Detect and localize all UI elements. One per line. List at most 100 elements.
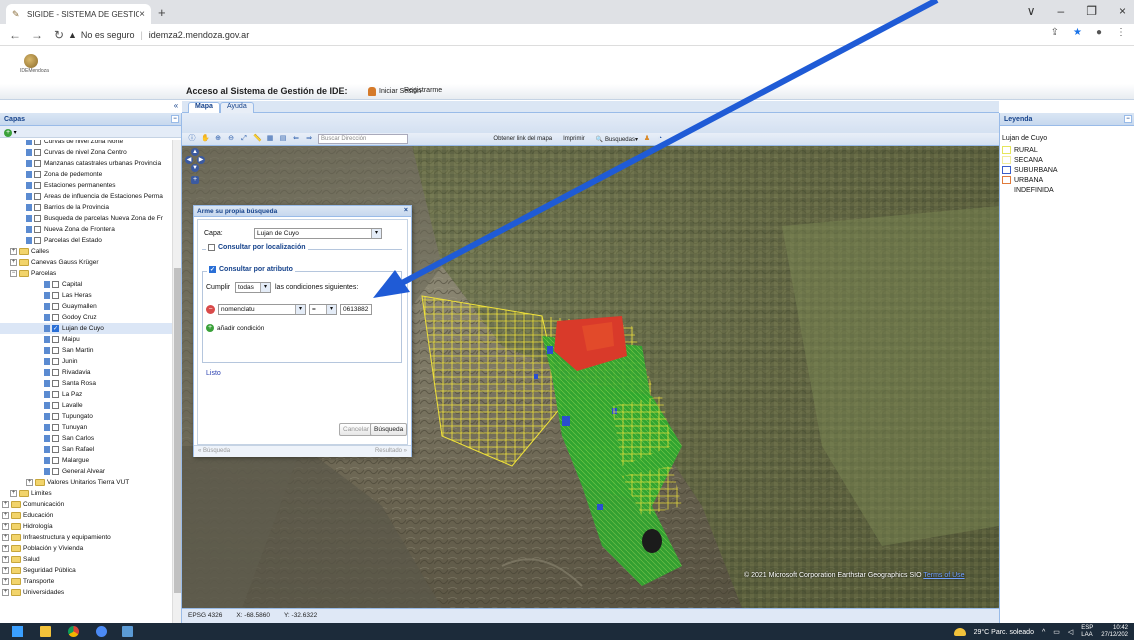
layer-checkbox[interactable] (52, 281, 59, 288)
document-icon[interactable] (122, 626, 133, 637)
address-search-input[interactable]: Buscar Dirección (318, 134, 408, 144)
layer-checkbox[interactable] (52, 292, 59, 299)
tab-mapa[interactable]: Mapa (188, 102, 220, 113)
tree-folder[interactable]: + Educación (0, 510, 172, 521)
layer-tree-scrollbar[interactable] (172, 140, 181, 623)
layer-checkbox[interactable] (52, 413, 59, 420)
attribute-legend[interactable]: ✓ Consultar por atributo (207, 266, 295, 273)
tree-layer[interactable]: San Rafael (0, 444, 172, 455)
tree-folder[interactable]: + Población y Vivienda (0, 543, 172, 554)
tree-layer[interactable]: La Paz (0, 389, 172, 400)
layer-checkbox[interactable] (52, 303, 59, 310)
table-icon[interactable]: ▤ (279, 135, 287, 143)
layer-checkbox[interactable] (34, 160, 41, 167)
file-explorer-icon[interactable] (40, 626, 51, 637)
tree-layer[interactable]: Zona de pedemonte (0, 169, 172, 180)
weather-text[interactable]: 29°C Parc. soleado (974, 629, 1034, 636)
tree-folder[interactable]: + Comunicación (0, 499, 172, 510)
pan-icon[interactable]: ✋ (201, 135, 210, 143)
searches-menu-button[interactable]: 🔍 Busquedas▾ (596, 136, 638, 143)
language-indicator[interactable]: ESP LAA (1081, 625, 1093, 639)
minimize-button[interactable]: – (1058, 4, 1065, 18)
match-mode-select[interactable]: todas ▾ (235, 282, 271, 293)
clock[interactable]: 10:42 27/12/202 (1101, 625, 1128, 639)
tree-layer[interactable]: Guaymallen (0, 301, 172, 312)
layer-checkbox[interactable] (34, 193, 41, 200)
chrome-icon[interactable] (68, 626, 79, 637)
condition-value-input[interactable]: 0613882 (340, 304, 372, 315)
dialog-close-icon[interactable]: × (404, 207, 408, 214)
expand-icon[interactable]: + (2, 501, 9, 508)
layer-checkbox[interactable]: ✓ (52, 325, 59, 332)
layer-checkbox[interactable] (34, 149, 41, 156)
expand-icon[interactable]: + (2, 545, 9, 552)
expand-icon[interactable]: + (10, 490, 17, 497)
tree-folder[interactable]: + Hidrología (0, 521, 172, 532)
tree-folder[interactable]: + Limites (0, 488, 172, 499)
share-icon[interactable]: ⇪ (1051, 27, 1059, 38)
select-icon[interactable]: ▦ (266, 135, 274, 143)
collapse-icon[interactable]: − (10, 270, 17, 277)
collapse-left-button[interactable]: « (170, 101, 182, 112)
street-view-icon[interactable]: ♟ (643, 135, 651, 143)
terms-link[interactable]: Terms of Use (923, 572, 964, 579)
network-icon[interactable]: ▭ (1053, 628, 1060, 636)
tree-layer[interactable]: Areas de influencia de Estaciones Perma (0, 191, 172, 202)
back-icon[interactable]: ← (8, 28, 22, 42)
attribute-checkbox[interactable]: ✓ (209, 266, 216, 273)
layer-checkbox[interactable] (52, 347, 59, 354)
expand-icon[interactable]: + (2, 589, 9, 596)
layer-select[interactable]: Lujan de Cuyo ▾ (254, 228, 382, 239)
layer-checkbox[interactable] (52, 369, 59, 376)
chevron-down-icon[interactable]: ▾ (12, 130, 17, 136)
tab-close-icon[interactable]: × (139, 9, 145, 20)
tree-folder[interactable]: + Calles (0, 246, 172, 257)
expand-icon[interactable]: + (2, 534, 9, 541)
pan-right-icon[interactable]: ▶ (197, 156, 205, 164)
volume-icon[interactable]: ◁ (1068, 628, 1073, 636)
tree-layer[interactable]: San Martin (0, 345, 172, 356)
tree-layer[interactable]: Santa Rosa (0, 378, 172, 389)
search-button[interactable]: Búsqueda (370, 423, 408, 436)
register-link[interactable]: Registrarme (404, 87, 442, 94)
tree-layer[interactable]: Maipu (0, 334, 172, 345)
pan-left-icon[interactable]: ◀ (185, 156, 193, 164)
tab-ayuda[interactable]: Ayuda (220, 102, 254, 113)
tree-layer[interactable]: Junin (0, 356, 172, 367)
tree-folder[interactable]: − Parcelas (0, 268, 172, 279)
layer-checkbox[interactable] (52, 358, 59, 365)
browser-tab[interactable]: ✎ SIGIDE - SISTEMA DE GESTION D × (6, 4, 151, 24)
scrollbar-thumb[interactable] (174, 268, 181, 593)
layer-checkbox[interactable] (52, 435, 59, 442)
layer-checkbox[interactable] (34, 204, 41, 211)
tree-layer[interactable]: Estaciones permanentes (0, 180, 172, 191)
tree-layer[interactable]: Curvas de nivel Zona Norte (0, 140, 172, 147)
tree-folder[interactable]: + Seguridad Pública (0, 565, 172, 576)
layer-checkbox[interactable] (52, 380, 59, 387)
tree-layer[interactable]: Manzanas catastrales urbanas Provincia (0, 158, 172, 169)
tree-layer[interactable]: Malargue (0, 455, 172, 466)
expand-icon[interactable]: + (10, 259, 17, 266)
tree-layer[interactable]: Nueva Zona de Frontera (0, 224, 172, 235)
add-condition-link[interactable]: + añadir condición (206, 324, 264, 332)
zoom-extent-icon[interactable]: ⤢ (240, 135, 248, 143)
pan-up-icon[interactable]: ▲ (191, 148, 199, 156)
layer-checkbox[interactable] (52, 446, 59, 453)
tree-layer[interactable]: San Carlos (0, 433, 172, 444)
tree-layer[interactable]: ✓ Lujan de Cuyo (0, 323, 172, 334)
layer-checkbox[interactable] (34, 215, 41, 222)
tree-layer[interactable]: Busqueda de parcelas Nueva Zona de Fr (0, 213, 172, 224)
layer-checkbox[interactable] (34, 171, 41, 178)
tree-layer[interactable]: Capital (0, 279, 172, 290)
expand-icon[interactable]: + (2, 512, 9, 519)
layer-checkbox[interactable] (34, 237, 41, 244)
cancel-button[interactable]: Cancelar (339, 423, 374, 436)
profile-icon[interactable]: ● (1096, 27, 1102, 38)
field-select[interactable]: nomenclatu ▾ (218, 304, 306, 315)
layer-checkbox[interactable] (52, 402, 59, 409)
start-windows-icon[interactable] (12, 626, 23, 637)
layer-checkbox[interactable] (52, 336, 59, 343)
tree-layer[interactable]: Curvas de nivel Zona Centro (0, 147, 172, 158)
forward-icon[interactable]: → (30, 28, 44, 42)
expand-icon[interactable]: + (26, 479, 33, 486)
